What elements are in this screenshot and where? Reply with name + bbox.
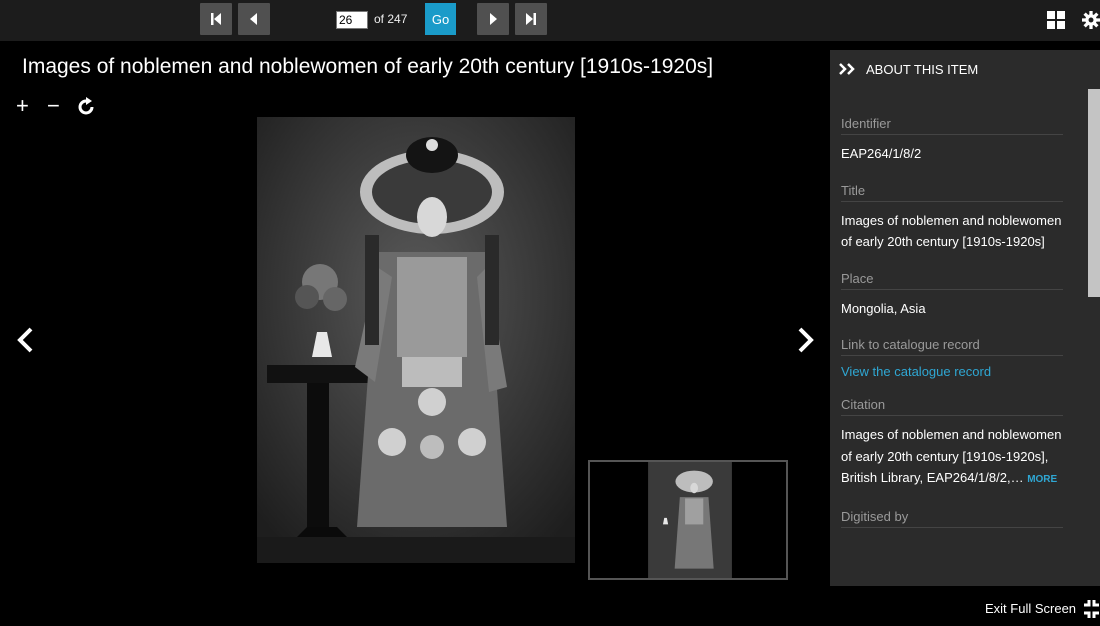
previous-page-icon	[250, 13, 257, 25]
catalogue-record-link[interactable]: View the catalogue record	[841, 364, 1063, 379]
chevron-right-icon[interactable]	[796, 327, 816, 353]
photo-portrait	[257, 117, 575, 563]
thumbnail-portrait	[648, 462, 732, 578]
exit-fullscreen-icon[interactable]	[1083, 598, 1100, 620]
double-chevron-right-icon	[839, 63, 855, 75]
item-image[interactable]	[257, 117, 575, 563]
title-label: Title	[841, 183, 1063, 202]
top-toolbar: of 247 Go	[0, 0, 1100, 41]
place-value: Mongolia, Asia	[841, 300, 926, 316]
about-item-header[interactable]: ABOUT THIS ITEM	[830, 50, 1100, 88]
identifier-label: Identifier	[841, 116, 1063, 135]
last-page-icon	[526, 13, 536, 25]
zoom-in-button[interactable]: +	[16, 95, 29, 117]
item-title: Images of noblemen and noblewomen of ear…	[22, 55, 714, 78]
previous-page-button[interactable]	[238, 3, 270, 35]
about-item-panel: ABOUT THIS ITEM Identifier EAP264/1/8/2 …	[830, 50, 1100, 586]
digitised-by-label: Digitised by	[841, 509, 1063, 528]
last-page-button[interactable]	[515, 3, 547, 35]
title-value: Images of noblemen and noblewomen of ear…	[841, 212, 1062, 250]
thumbnail-image	[648, 462, 732, 578]
citation-more-link[interactable]: MORE	[1027, 474, 1057, 485]
page-count: of 247	[374, 12, 408, 26]
first-page-button[interactable]	[200, 3, 232, 35]
thumbnail-navigator[interactable]	[588, 460, 788, 580]
metadata-list: Identifier EAP264/1/8/2 Title Images of …	[841, 116, 1063, 536]
grid-view-icon[interactable]	[1047, 11, 1065, 29]
chevron-left-icon[interactable]	[15, 327, 35, 353]
citation-value: Images of noblemen and noblewomen of ear…	[841, 424, 1063, 491]
about-item-title: ABOUT THIS ITEM	[866, 61, 979, 77]
place-label: Place	[841, 271, 1063, 290]
gear-icon[interactable]	[1082, 9, 1100, 31]
sidebar-scrollbar-thumb[interactable]	[1088, 89, 1100, 297]
next-page-icon	[490, 13, 497, 25]
first-page-icon	[211, 13, 221, 25]
exit-full-screen-button[interactable]: Exit Full Screen	[985, 601, 1076, 616]
rotate-icon[interactable]	[76, 97, 96, 117]
go-button[interactable]: Go	[425, 3, 456, 35]
identifier-value: EAP264/1/8/2	[841, 146, 922, 161]
catalogue-link-label: Link to catalogue record	[841, 337, 1063, 356]
zoom-out-button[interactable]: −	[47, 95, 60, 117]
citation-label: Citation	[841, 397, 1063, 416]
next-page-button[interactable]	[477, 3, 509, 35]
page-number-input[interactable]	[336, 11, 368, 29]
